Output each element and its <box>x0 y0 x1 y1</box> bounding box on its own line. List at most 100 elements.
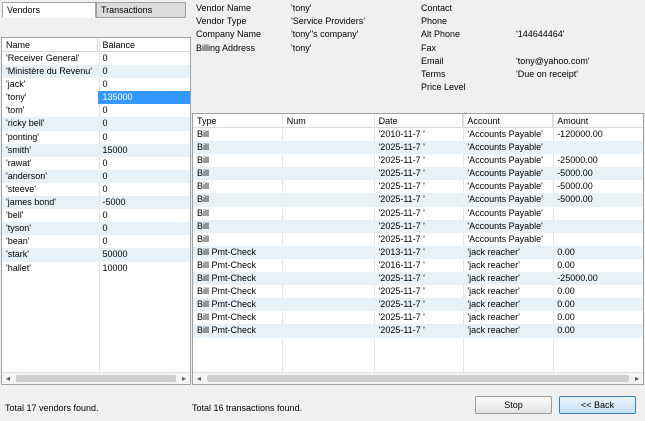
vendor-balance-cell: 0 <box>102 105 108 116</box>
transaction-row[interactable]: Bill '2025-11-7 ' 'Accounts Payable' <box>193 233 643 246</box>
tx-amount-cell: -25000.00 <box>557 155 598 166</box>
vendor-row[interactable]: 'ricky bell' 0 <box>2 117 190 131</box>
tx-type-cell: Bill <box>197 207 210 218</box>
tx-date-cell: '2025-11-7 ' <box>378 142 425 153</box>
scroll-thumb[interactable] <box>207 375 629 382</box>
vendor-row[interactable]: 'Receiver General' 0 <box>2 52 190 65</box>
vendor-row[interactable]: 'bean' 0 <box>2 235 190 248</box>
vendor-row[interactable]: 'stark' 50000 <box>2 248 190 262</box>
tx-date-cell: '2025-11-7 ' <box>378 181 425 192</box>
vendor-row[interactable]: 'anderson' 0 <box>2 169 190 183</box>
transaction-row[interactable]: Bill '2025-11-7 ' 'Accounts Payable' <box>193 219 643 233</box>
vendor-row[interactable]: 'Ministère du Revenu' 0 <box>2 65 190 79</box>
tx-type-cell: Bill Pmt-Check <box>197 325 257 336</box>
scroll-right-icon[interactable]: ▸ <box>631 373 643 384</box>
tab-vendors[interactable]: Vendors <box>2 2 96 18</box>
vendor-row[interactable]: 'tyson' 0 <box>2 222 190 236</box>
back-button[interactable]: << Back <box>559 396 636 414</box>
vendor-row[interactable]: 'ponting' 0 <box>2 131 190 144</box>
transaction-row[interactable]: Bill '2025-11-7 ' 'Accounts Payable' -5000.… <box>193 167 643 181</box>
transaction-row[interactable]: Bill Pmt-Check '2013-11-7 ' 'jack reacher'… <box>193 245 643 259</box>
stop-button[interactable]: Stop <box>475 396 552 414</box>
tx-amount-cell <box>553 141 643 154</box>
tx-amount-cell <box>553 233 643 246</box>
tx-amount-cell: 0.00 <box>557 299 575 310</box>
tx-amount-cell: -120000.00 <box>557 129 603 139</box>
info-label: Price Level <box>421 82 466 93</box>
transaction-row[interactable]: Bill '2025-11-7 ' 'Accounts Payable' -5000.… <box>193 193 643 207</box>
tab-transactions[interactable]: Transactions <box>96 2 186 18</box>
tx-amount-cell: -25000.00 <box>557 273 598 284</box>
column-header-date[interactable]: Date <box>375 114 464 128</box>
tx-num-cell <box>283 311 375 324</box>
tx-account-cell: 'Accounts Payable' <box>467 207 543 218</box>
vendor-name-cell: 'tyson' <box>6 223 31 234</box>
vendor-row[interactable]: 'hallet' 10000 <box>2 262 190 275</box>
vendor-name-cell: 'anderson' <box>6 170 47 181</box>
transaction-row[interactable]: Bill '2010-11-7 ' 'Accounts Payable' -12000… <box>193 128 643 141</box>
vendor-list-hscrollbar[interactable]: ◂ ▸ <box>2 372 190 384</box>
info-label: Contact <box>421 3 453 13</box>
tx-num-cell <box>283 207 375 220</box>
column-header-type[interactable]: Type <box>193 114 283 128</box>
tx-date-cell: '2025-11-7 ' <box>378 286 425 297</box>
scroll-right-icon[interactable]: ▸ <box>178 373 190 384</box>
transaction-row[interactable]: Bill '2025-11-7 ' 'Accounts Payable' <box>193 207 643 220</box>
column-header-account[interactable]: Account <box>463 114 554 128</box>
tx-amount-cell: 0.00 <box>557 259 575 270</box>
tx-date-cell: '2016-11-7 ' <box>378 259 425 270</box>
vendors-count-status: Total 17 vendors found. <box>5 403 99 413</box>
info-label: Fax <box>421 42 437 53</box>
vendor-row[interactable]: 'steeve' 0 <box>2 183 190 196</box>
transaction-row[interactable]: Bill Pmt-Check '2025-11-7 ' 'jack reacher'… <box>193 285 643 298</box>
vendor-list: Name Balance 'Receiver General' 0 'Ministè… <box>1 37 191 385</box>
vendor-balance-cell: 15000 <box>102 144 128 155</box>
transaction-row[interactable]: Bill Pmt-Check '2025-11-7 ' 'jack reacher'… <box>193 311 643 324</box>
transaction-row[interactable]: Bill '2025-11-7 ' 'Accounts Payable' -25000… <box>193 154 643 167</box>
column-header-amount[interactable]: Amount <box>553 114 643 128</box>
tx-num-cell <box>283 128 375 141</box>
vendor-name-cell: 'tony' <box>2 91 99 105</box>
transactions-hscrollbar[interactable]: ◂ ▸ <box>193 372 643 384</box>
vendor-row[interactable]: 'tom' 0 <box>2 104 190 117</box>
vendor-name-cell: 'ricky bell' <box>6 118 45 129</box>
vendor-list-header: Name Balance <box>2 38 190 52</box>
tx-num-cell <box>283 180 375 193</box>
tx-account-cell: 'Accounts Payable' <box>467 181 543 192</box>
vendor-row[interactable]: 'smith' 15000 <box>2 143 190 157</box>
vendor-name-cell: 'tom' <box>6 105 25 116</box>
vendor-balance-cell: 0 <box>102 79 108 90</box>
info-value: 'Service Providers' <box>291 16 365 27</box>
scroll-thumb[interactable] <box>16 375 176 382</box>
tx-date-cell: '2025-11-7 ' <box>378 194 425 205</box>
tx-account-cell: 'jack reacher' <box>467 259 520 270</box>
tx-type-cell: Bill <box>197 142 210 153</box>
info-value: 'tony' <box>291 3 312 13</box>
info-label: Terms <box>421 69 446 79</box>
info-value: '144644464' <box>516 29 565 40</box>
column-header-balance[interactable]: Balance <box>98 38 190 52</box>
tx-date-cell: '2025-11-7 ' <box>378 220 425 231</box>
transaction-row[interactable]: Bill Pmt-Check '2016-11-7 ' 'jack reacher'… <box>193 259 643 272</box>
transaction-row[interactable]: Bill '2025-11-7 ' 'Accounts Payable' -5000.… <box>193 180 643 193</box>
transaction-row[interactable]: Bill '2025-11-7 ' 'Accounts Payable' <box>193 141 643 155</box>
vendor-row[interactable]: 'bell' 0 <box>2 209 190 222</box>
tx-date-cell: '2025-11-7 ' <box>378 207 425 218</box>
vendor-row[interactable]: 'tony' 135000 <box>2 91 190 105</box>
vendor-name-cell: 'smith' <box>6 144 31 155</box>
vendor-row[interactable]: 'jack' 0 <box>2 78 190 91</box>
vendor-row[interactable]: 'james bond' -5000 <box>2 196 190 210</box>
vendor-row[interactable]: 'rawat' 0 <box>2 157 190 170</box>
column-header-name[interactable]: Name <box>2 38 99 52</box>
transaction-row[interactable]: Bill Pmt-Check '2025-11-7 ' 'jack reacher'… <box>193 298 643 312</box>
tx-num-cell <box>283 285 375 298</box>
vendor-name-cell: 'steeve' <box>6 183 36 194</box>
scroll-left-icon[interactable]: ◂ <box>2 373 14 384</box>
tx-amount-cell: 0.00 <box>557 246 575 257</box>
tx-num-cell <box>283 167 375 180</box>
transaction-row[interactable]: Bill Pmt-Check '2025-11-7 ' 'jack reacher'… <box>193 324 643 338</box>
vendor-balance-cell: 0 <box>102 210 108 221</box>
transaction-row[interactable]: Bill Pmt-Check '2025-11-7 ' 'jack reacher'… <box>193 272 643 286</box>
scroll-left-icon[interactable]: ◂ <box>193 373 205 384</box>
column-header-num[interactable]: Num <box>283 114 375 128</box>
